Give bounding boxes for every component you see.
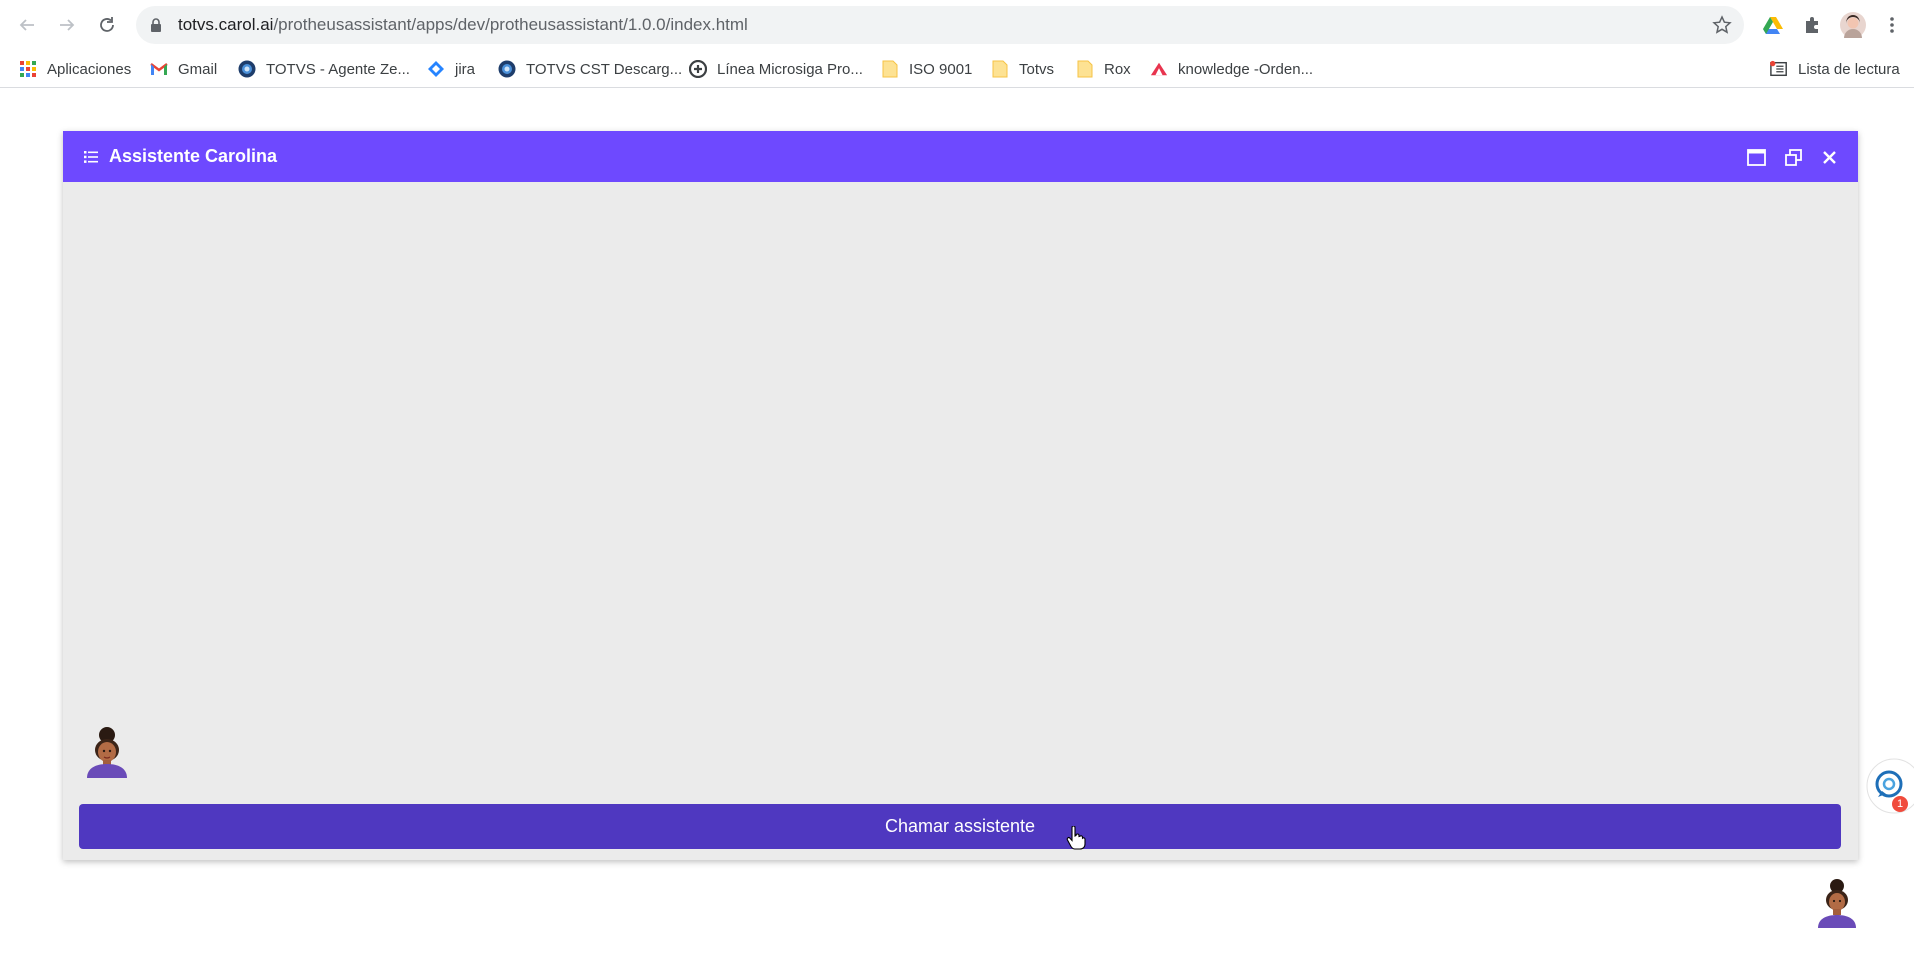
assistant-header: Assistente Carolina (63, 131, 1858, 182)
bookmark-jira[interactable]: jira (427, 50, 475, 88)
reading-list[interactable]: Lista de lectura (1770, 50, 1900, 88)
bookmark-linea-microsiga[interactable]: Línea Microsiga Pro... (689, 50, 863, 88)
maximize-icon[interactable] (1743, 144, 1769, 170)
carolina-corner-avatar[interactable] (1815, 878, 1859, 933)
bookmark-star-icon[interactable] (1712, 15, 1732, 40)
bookmark-totvs[interactable]: Totvs (991, 50, 1054, 88)
bookmark-label: Aplicaciones (47, 60, 132, 78)
microsiga-icon (689, 60, 707, 78)
bookmark-label: knowledge -Orden... (1178, 60, 1314, 78)
folder-icon (1076, 60, 1094, 78)
hand-cursor-icon (1066, 825, 1086, 855)
browser-menu-icon[interactable] (1877, 10, 1907, 40)
bookmark-rox[interactable]: Rox (1076, 50, 1131, 88)
bookmark-label: Totvs (1019, 60, 1055, 78)
google-drive-icon[interactable] (1758, 10, 1788, 40)
bookmark-label: Línea Microsiga Pro... (717, 60, 863, 78)
list-menu-icon[interactable] (84, 150, 98, 168)
jira-icon (427, 60, 445, 78)
reading-list-label: Lista de lectura (1798, 60, 1900, 78)
gmail-icon (150, 60, 168, 78)
forward-arrow-icon[interactable] (52, 10, 82, 40)
screen: totvs.carol.ai/protheusassistant/apps/de… (0, 0, 1914, 954)
carolina-avatar (83, 726, 131, 783)
profile-avatar[interactable] (1838, 10, 1868, 40)
globe-icon (238, 60, 256, 78)
globe-icon (498, 60, 516, 78)
back-arrow-icon[interactable] (12, 10, 42, 40)
address-bar[interactable]: totvs.carol.ai/protheusassistant/apps/de… (136, 6, 1744, 44)
lock-icon (150, 18, 162, 37)
url-host: totvs.carol.ai (178, 15, 274, 34)
folder-icon (991, 60, 1009, 78)
notification-badge: 1 (1892, 796, 1908, 812)
bookmark-label: jira (455, 60, 476, 78)
bookmark-label: Gmail (178, 60, 218, 78)
reload-icon[interactable] (92, 10, 122, 40)
bookmark-label: Rox (1104, 60, 1131, 78)
bookmark-gmail[interactable]: Gmail (150, 50, 217, 88)
url-text[interactable]: totvs.carol.ai/protheusassistant/apps/de… (178, 6, 748, 44)
folder-icon (881, 60, 899, 78)
extensions-puzzle-icon[interactable] (1797, 10, 1827, 40)
knowledge-icon (1150, 60, 1168, 78)
bookmark-label: TOTVS CST Descarg... (526, 60, 683, 78)
reading-list-icon (1770, 60, 1788, 78)
call-assistant-button[interactable]: Chamar assistente (79, 804, 1841, 849)
bookmark-totvs-cst[interactable]: TOTVS CST Descarg... (498, 50, 682, 88)
close-icon[interactable] (1816, 144, 1842, 170)
bookmarks-bar: Aplicaciones Gmail TOTVS - Agente Ze... … (0, 50, 1914, 88)
bookmark-totvs-agente[interactable]: TOTVS - Agente Ze... (238, 50, 410, 88)
chat-launcher-button[interactable]: 1 (1862, 758, 1914, 816)
bookmark-label: ISO 9001 (909, 60, 973, 78)
assistant-window: Assistente Carolina Chamar assistente (63, 131, 1858, 860)
bookmark-aplicaciones[interactable]: Aplicaciones (19, 50, 131, 88)
url-path: /protheusassistant/apps/dev/protheusassi… (273, 15, 748, 34)
bookmark-label: TOTVS - Agente Ze... (266, 60, 410, 78)
apps-grid-icon (19, 60, 37, 78)
bookmark-iso-9001[interactable]: ISO 9001 (881, 50, 972, 88)
assistant-title: Assistente Carolina (109, 146, 278, 166)
browser-toolbar: totvs.carol.ai/protheusassistant/apps/de… (0, 0, 1914, 50)
bookmark-knowledge[interactable]: knowledge -Orden... (1150, 50, 1313, 88)
restore-icon[interactable] (1780, 144, 1806, 170)
